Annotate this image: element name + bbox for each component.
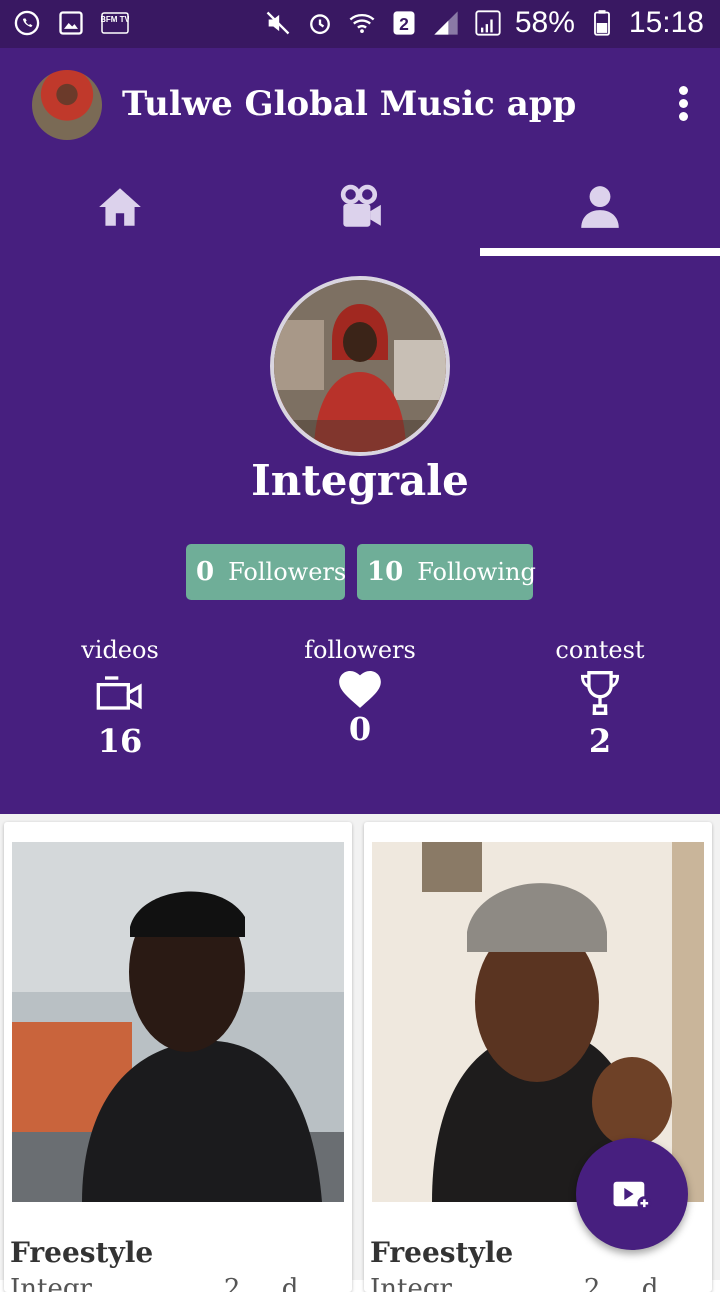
video-subtitle: Integr... 2 ... d <box>370 1274 658 1292</box>
video-title: Freestyle <box>370 1236 514 1269</box>
video-meta: 2 ... d <box>223 1274 299 1292</box>
signal-roaming-icon <box>473 8 503 38</box>
video-camera-outline-icon <box>96 676 142 710</box>
video-camera-icon <box>340 184 381 227</box>
tab-videos[interactable] <box>240 158 480 256</box>
video-author: Integr... <box>370 1274 474 1292</box>
mute-icon <box>263 8 293 38</box>
following-badge-label: Following <box>417 558 536 586</box>
clock: 15:18 <box>628 6 704 39</box>
tab-profile[interactable] <box>480 158 720 256</box>
video-title: Freestyle <box>10 1236 154 1269</box>
video-author: Integr... <box>10 1274 114 1292</box>
gallery-icon <box>56 8 86 38</box>
stat-followers-label: followers <box>304 636 416 664</box>
add-video-icon <box>613 1181 652 1211</box>
stat-videos-value: 16 <box>97 722 143 760</box>
stat-videos[interactable]: videos 16 <box>0 636 240 760</box>
stat-contest-label: contest <box>555 636 645 664</box>
bfmtv-label-top: BFM TV <box>101 15 129 24</box>
followers-badge-count: 0 <box>196 557 215 587</box>
person-icon <box>581 186 619 228</box>
more-vert-icon[interactable] <box>676 86 690 126</box>
signal-icon <box>431 8 461 38</box>
stat-followers-value: 0 <box>348 710 372 748</box>
stat-contest[interactable]: contest 2 <box>480 636 720 760</box>
followers-badge-label: Followers <box>228 558 347 586</box>
video-meta: 2 ... d <box>583 1274 659 1292</box>
wifi-icon <box>347 8 377 38</box>
heart-icon <box>339 670 381 708</box>
video-thumbnail[interactable] <box>12 842 344 1202</box>
following-badge[interactable]: 10 Following <box>357 544 536 600</box>
tab-home[interactable] <box>0 158 240 256</box>
app-bar: Tulwe Global Music app <box>0 48 720 256</box>
trophy-icon <box>580 671 620 715</box>
bfmtv-icon: BFM TV <box>100 8 130 38</box>
sim-badge-text: 2 <box>399 14 409 34</box>
following-badge-count: 10 <box>367 557 404 587</box>
sim-2-icon: 2 <box>389 8 419 38</box>
profile-photo[interactable] <box>270 276 450 456</box>
profile-photo-art <box>274 280 446 452</box>
tab-indicator <box>480 248 720 256</box>
battery-percent: 58% <box>514 6 575 39</box>
video-card[interactable]: Freestyle Integr... 2 ... d <box>4 822 352 1292</box>
alarm-icon <box>305 8 335 38</box>
profile-name: Integrale <box>251 456 469 505</box>
battery-icon <box>587 8 617 38</box>
app-avatar[interactable] <box>32 70 102 140</box>
video-subtitle: Integr... 2 ... d <box>10 1274 298 1292</box>
stat-followers[interactable]: followers 0 <box>240 636 480 748</box>
tab-bar <box>0 158 720 256</box>
app-title: Tulwe Global Music app <box>122 84 577 124</box>
home-icon <box>99 188 141 226</box>
whatsapp-icon <box>12 8 42 38</box>
stat-videos-label: videos <box>81 636 159 664</box>
stat-contest-value: 2 <box>588 722 612 760</box>
status-bar: BFM TV 2 58% 15:18 <box>0 0 720 48</box>
add-video-button[interactable] <box>576 1138 688 1250</box>
profile-section: Integrale 0 Followers 10 Following video… <box>0 256 720 814</box>
followers-badge[interactable]: 0 Followers <box>186 544 347 600</box>
